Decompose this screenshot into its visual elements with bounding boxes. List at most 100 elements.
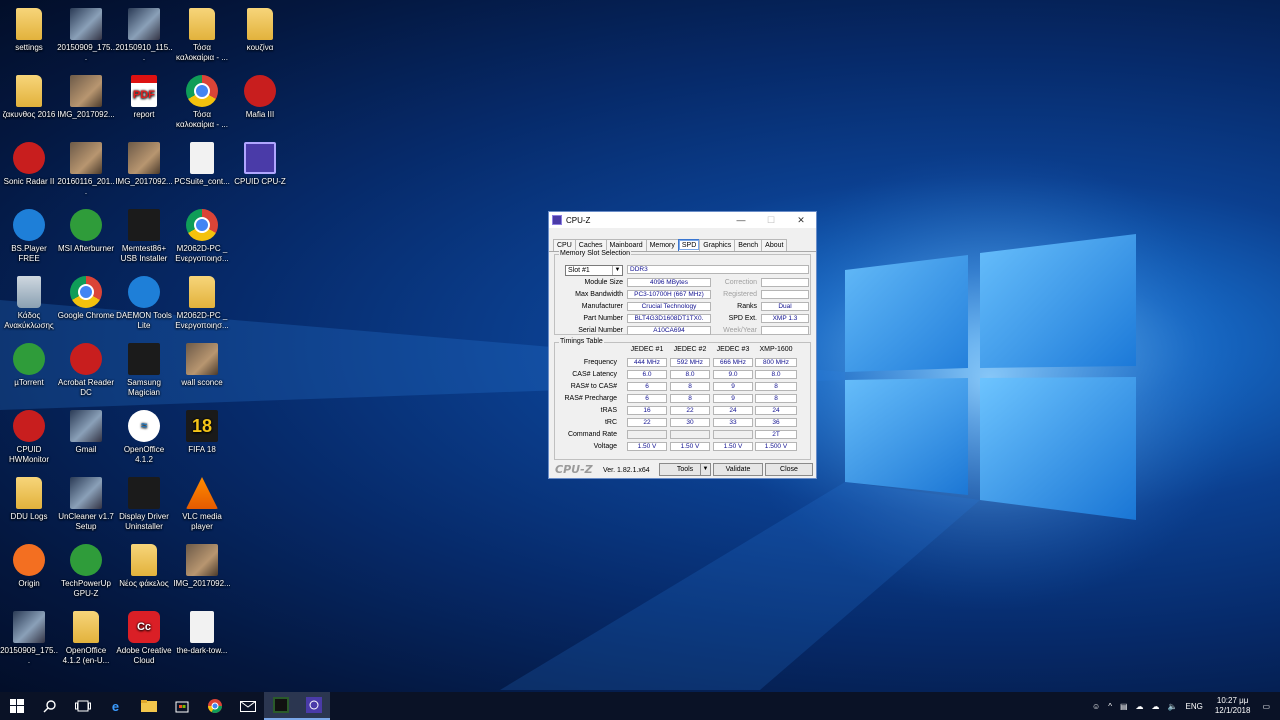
file-explorer-icon[interactable]: [132, 692, 165, 720]
desktop-icon-label: Origin: [18, 579, 40, 588]
desktop-icon[interactable]: BS.Player FREE: [0, 209, 58, 264]
desktop-icon[interactable]: ≈ OpenOffice 4.1.2: [115, 410, 173, 465]
desktop-icon[interactable]: κουζίνα: [231, 8, 289, 53]
mail-icon[interactable]: [231, 692, 264, 720]
cpuz-titlebar[interactable]: CPU-Z — ☐ ✕: [549, 212, 816, 228]
desktop-icon[interactable]: PDF report: [115, 75, 173, 120]
slot-select[interactable]: Slot #1 ▼: [565, 265, 623, 276]
desktop-icon[interactable]: TechPowerUp GPU-Z: [57, 544, 115, 599]
desktop-icon[interactable]: IMG_2017092...: [173, 544, 231, 589]
tab-graphics[interactable]: Graphics: [699, 239, 736, 251]
tab-about[interactable]: About: [761, 239, 788, 251]
photo-icon: [186, 343, 218, 375]
desktop-icon[interactable]: IMG_2017092...: [57, 75, 115, 120]
tab-bench[interactable]: Bench: [734, 239, 763, 251]
desktop-icon-label: wall sconce: [181, 378, 223, 387]
tab-spd[interactable]: SPD: [677, 239, 701, 251]
desktop-icon[interactable]: Νέος φάκελος: [115, 544, 173, 589]
white-icon: [190, 142, 214, 174]
onedrive-icon[interactable]: ☁: [1152, 702, 1160, 711]
network-icon[interactable]: ▤: [1120, 702, 1128, 711]
photo-icon: [70, 142, 102, 174]
pdf-icon: PDF: [131, 75, 157, 107]
desktop-icon[interactable]: Τόσα καλοκαίρια - ...: [173, 75, 231, 130]
store-icon[interactable]: [165, 692, 198, 720]
desktop-icon[interactable]: 20150909_175...: [0, 611, 58, 666]
timing-row-label: Command Rate: [567, 431, 617, 438]
minimize-icon[interactable]: —: [726, 215, 756, 225]
chevron-up-icon[interactable]: ^: [1108, 702, 1112, 711]
chrome-icon: [186, 75, 218, 107]
desktop-icon-label: 20160116_201...: [57, 177, 115, 196]
clock[interactable]: 10:27 μμ 12/1/2018: [1215, 696, 1251, 716]
desktop-icon[interactable]: Gmail: [57, 410, 115, 455]
chrome-icon[interactable]: [198, 692, 231, 720]
desktop-icon[interactable]: Memtest86+ USB Installer: [115, 209, 173, 264]
desktop-icon[interactable]: DAEMON Tools Lite: [115, 276, 173, 331]
desktop-icon[interactable]: UnCleaner v1.7 Setup: [57, 477, 115, 532]
onedrive-icon[interactable]: ☁: [1136, 702, 1144, 711]
desktop-icon[interactable]: Origin: [0, 544, 58, 589]
desktop-icon[interactable]: 20150910_115...: [115, 8, 173, 63]
desktop-icon[interactable]: Τόσα καλοκαίρια - ...: [173, 8, 231, 63]
chevron-down-icon[interactable]: ▼: [700, 464, 710, 475]
desktop-icon[interactable]: µTorrent: [0, 343, 58, 388]
notifications-icon[interactable]: ▭: [1262, 702, 1270, 711]
timing-row-label: Voltage: [593, 443, 617, 450]
desktop-icon-label: MSI Afterburner: [57, 244, 115, 253]
desktop-icon[interactable]: Display Driver Uninstaller: [115, 477, 173, 532]
cpuz-window[interactable]: CPU-Z — ☐ ✕ CPU Caches Mainboard Memory …: [548, 211, 817, 479]
red-icon: [70, 343, 102, 375]
desktop-icon[interactable]: Sonic Radar II: [0, 142, 58, 187]
desktop-icon[interactable]: 20150909_175...: [57, 8, 115, 63]
chevron-down-icon[interactable]: ▼: [612, 266, 622, 275]
black-icon: [128, 343, 160, 375]
desktop-icon[interactable]: Κάδος Ανακύκλωσης: [0, 276, 58, 331]
desktop-icon[interactable]: the-dark-tow...: [173, 611, 231, 656]
language-indicator[interactable]: ENG: [1186, 702, 1203, 711]
version-label: Ver. 1.82.1.x64: [603, 467, 650, 474]
desktop-icon-label: BS.Player FREE: [11, 244, 47, 263]
cpuz-taskbar-icon[interactable]: [297, 692, 330, 720]
desktop-icon[interactable]: Samsung Magician: [115, 343, 173, 398]
white-icon: [190, 611, 214, 643]
desktop-icon[interactable]: PCSuite_cont...: [173, 142, 231, 187]
desktop-icon[interactable]: Cc Adobe Creative Cloud: [115, 611, 173, 666]
desktop-icon[interactable]: wall sconce: [173, 343, 231, 388]
photo-icon: [70, 75, 102, 107]
desktop-icon[interactable]: M2062D-PC _ Ενεργοποιησ...: [173, 209, 231, 264]
task-view-icon[interactable]: [66, 692, 99, 720]
desktop-icon[interactable]: DDU Logs: [0, 477, 58, 522]
desktop-icon[interactable]: M2062D-PC _ Ενεργοποιησ...: [173, 276, 231, 331]
people-icon[interactable]: ☺: [1092, 702, 1100, 711]
blue-icon: [128, 276, 160, 308]
desktop-icon[interactable]: Mafia III: [231, 75, 289, 120]
desktop-icon[interactable]: CPUID CPU-Z: [231, 142, 289, 187]
desktop-icon[interactable]: 18 FIFA 18: [173, 410, 231, 455]
desktop-icon[interactable]: CPUID HWMonitor: [0, 410, 58, 465]
desktop-icon[interactable]: OpenOffice 4.1.2 (en-U...: [57, 611, 115, 666]
desktop-icon[interactable]: MSI Afterburner: [57, 209, 115, 254]
desktop-icon-label: Sonic Radar II: [3, 177, 55, 186]
desktop-icon[interactable]: Google Chrome: [57, 276, 115, 321]
red-icon: [244, 75, 276, 107]
close-icon[interactable]: ✕: [786, 215, 816, 226]
close-button[interactable]: Close: [765, 463, 813, 476]
search-icon[interactable]: [33, 692, 66, 720]
desktop-icon[interactable]: ζακυνθος 2016: [0, 75, 58, 120]
validate-button[interactable]: Validate: [713, 463, 763, 476]
chrome-icon: [186, 209, 218, 241]
desktop-icon-label: IMG_2017092...: [57, 110, 115, 119]
edge-icon[interactable]: e: [99, 692, 132, 720]
volume-icon[interactable]: 🔈: [1168, 702, 1178, 711]
desktop-icon[interactable]: 20160116_201...: [57, 142, 115, 197]
desktop-icon[interactable]: Acrobat Reader DC: [57, 343, 115, 398]
desktop-icon[interactable]: VLC media player: [173, 477, 231, 532]
tools-button[interactable]: Tools ▼: [659, 463, 711, 476]
registered-label: Registered: [723, 291, 757, 298]
tab-memory[interactable]: Memory: [645, 239, 679, 251]
desktop-icon[interactable]: settings: [0, 8, 58, 53]
start-windows-icon[interactable]: [0, 692, 33, 720]
samsung-magician-icon[interactable]: [264, 692, 297, 720]
desktop-icon[interactable]: IMG_2017092...: [115, 142, 173, 187]
